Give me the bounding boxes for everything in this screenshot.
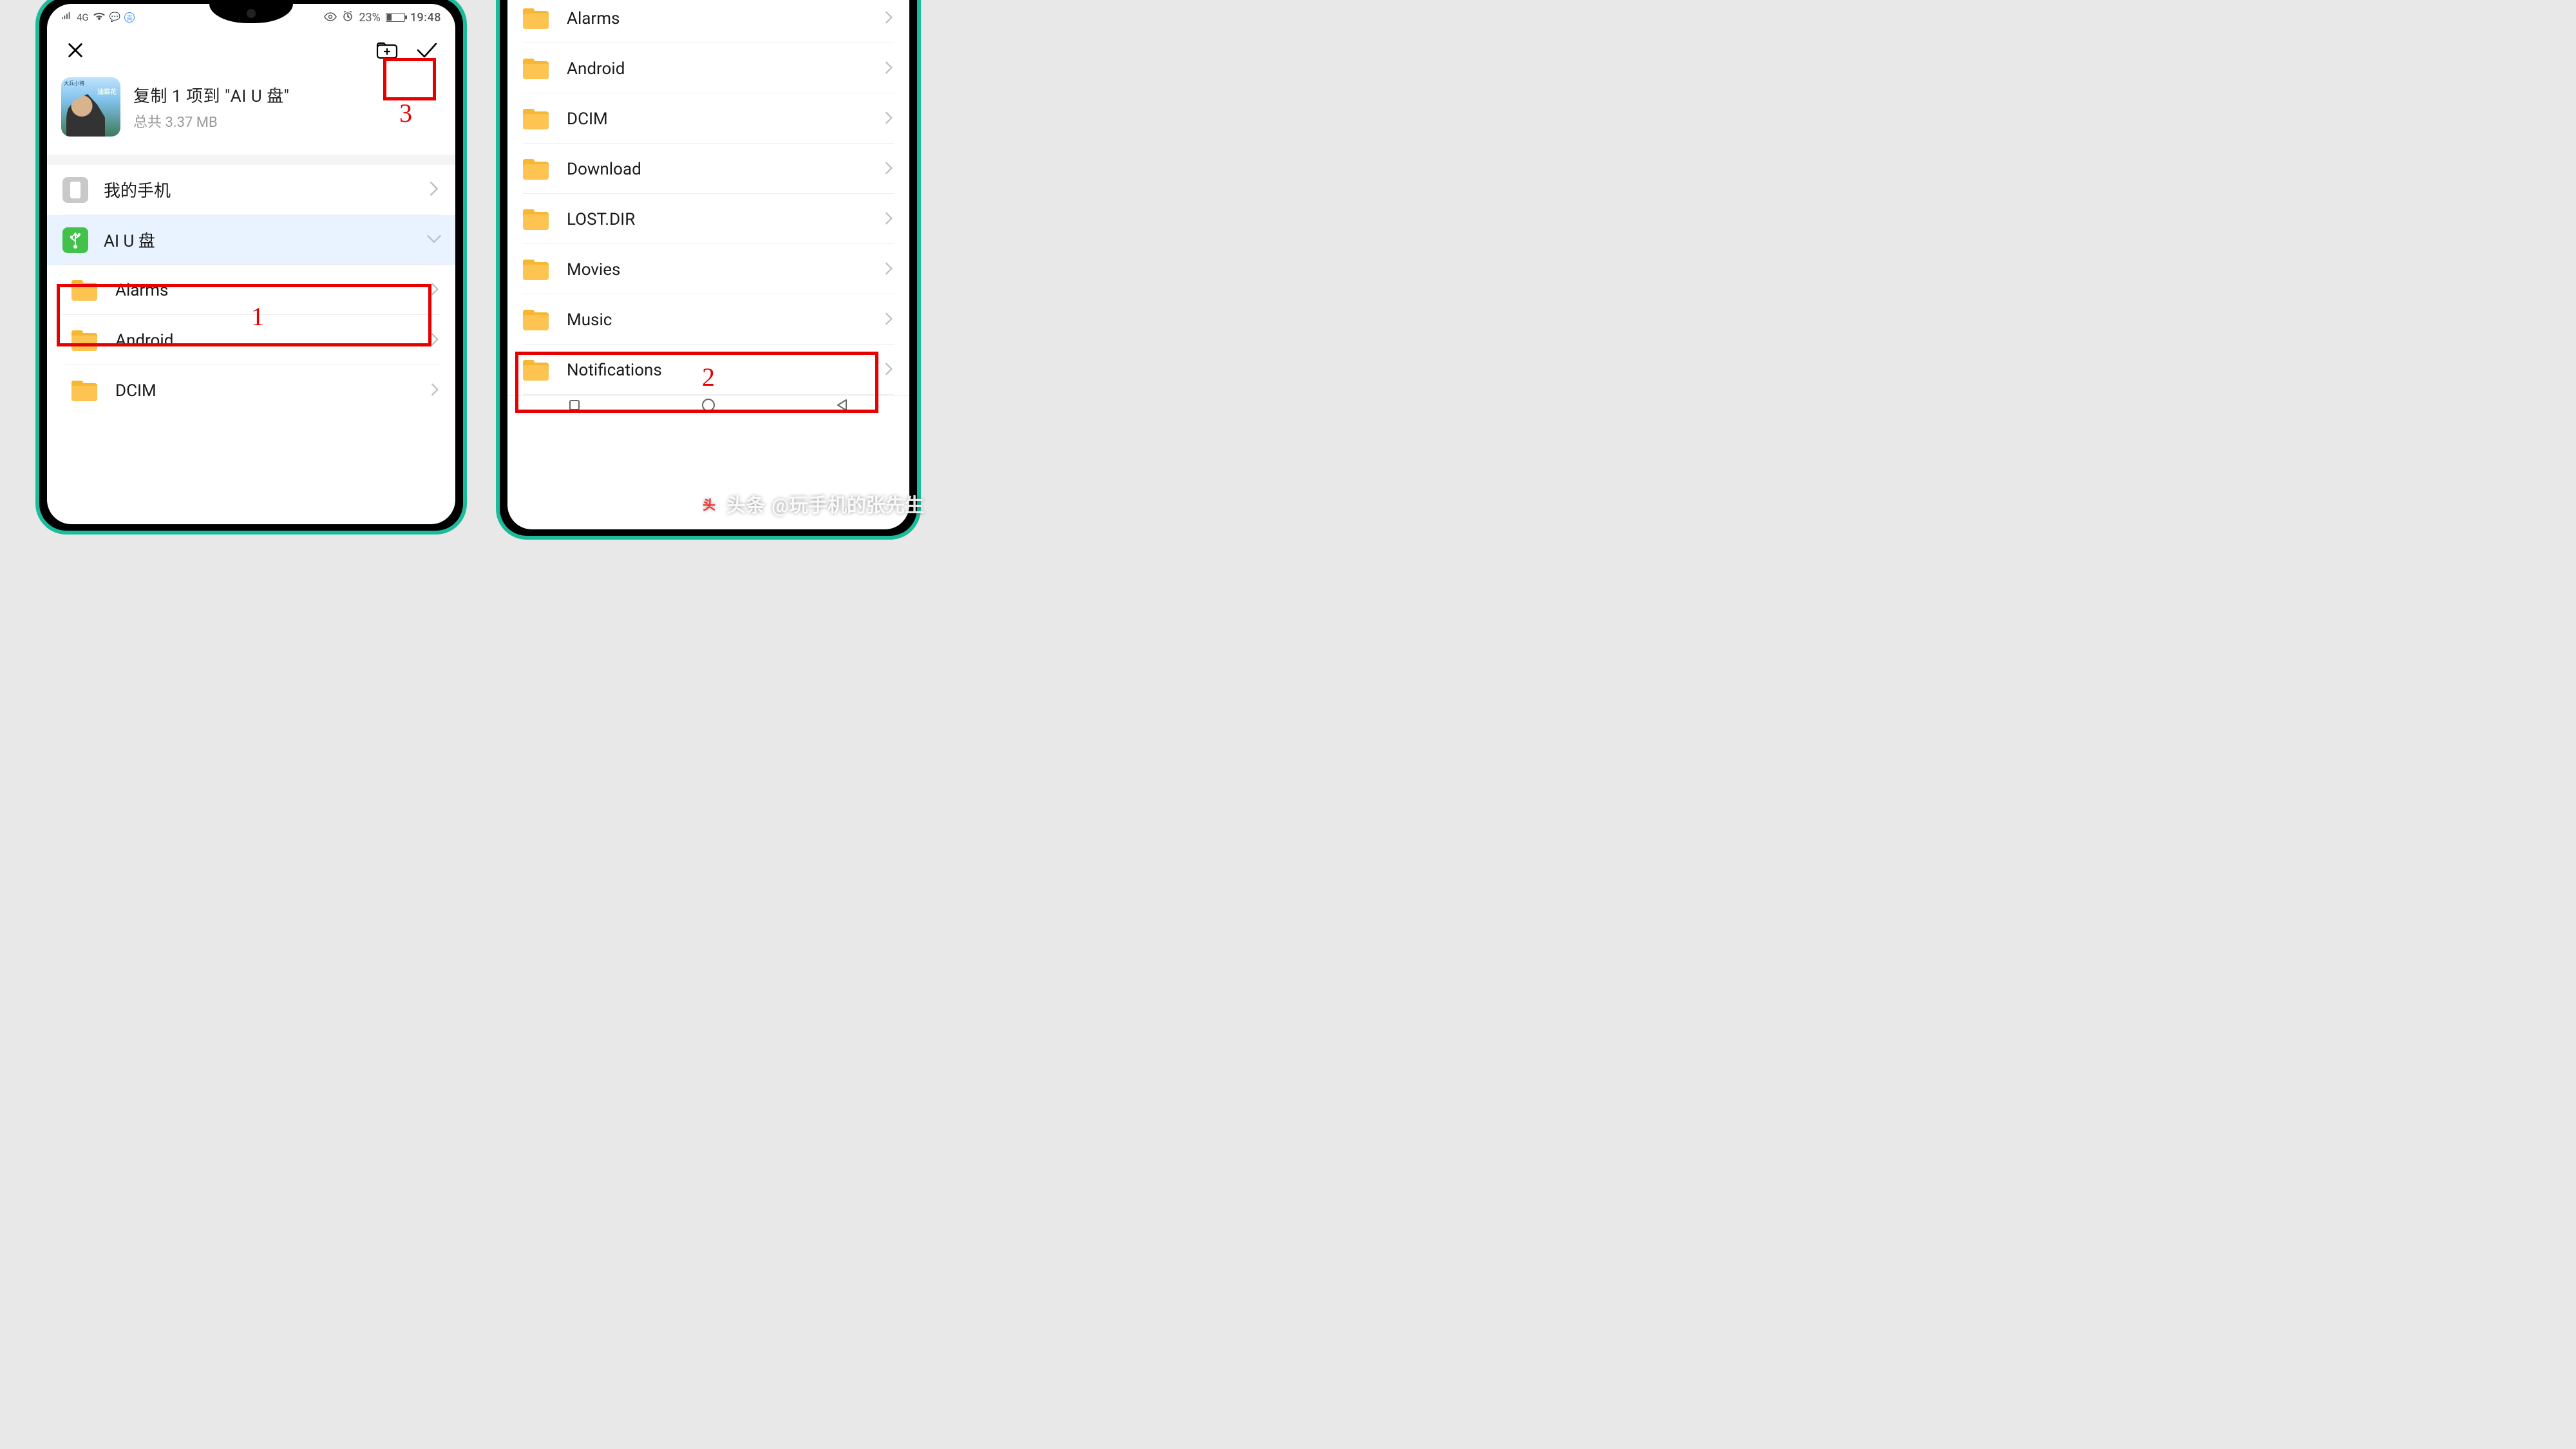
watermark-handle: @玩手机的张先生 xyxy=(772,489,924,518)
folder-icon xyxy=(523,159,549,180)
folder-label: Alarms xyxy=(567,9,620,28)
folder-label: Alarms xyxy=(115,281,168,300)
folder-label: LOST.DIR xyxy=(567,210,635,229)
chevron-right-icon xyxy=(884,10,894,27)
folder-label: Music xyxy=(567,310,612,330)
folder-label: Android xyxy=(567,59,625,79)
watermark-brand: 头条 xyxy=(726,489,765,518)
close-button[interactable] xyxy=(61,36,90,64)
android-nav-bar xyxy=(507,395,909,428)
folder-icon xyxy=(523,209,549,230)
step-number: 1 xyxy=(251,301,264,332)
chevron-right-icon xyxy=(430,332,440,349)
folder-label: Android xyxy=(115,331,173,350)
alarm-icon xyxy=(342,11,354,24)
chevron-right-icon xyxy=(884,161,894,178)
new-folder-button[interactable] xyxy=(373,36,401,64)
eye-icon xyxy=(324,11,337,24)
confirm-button[interactable] xyxy=(413,36,441,64)
network-label: 4G xyxy=(77,12,89,23)
battery-icon xyxy=(386,13,405,22)
phone-side-button xyxy=(464,133,467,210)
folder-icon xyxy=(71,330,97,351)
screen-left: 4G 💬 百 23% 19:48 xyxy=(47,4,455,524)
folder-label: Download xyxy=(567,160,641,179)
chevron-right-icon xyxy=(884,211,894,228)
row-label: 我的手机 xyxy=(104,178,171,202)
folder-row[interactable]: Movies xyxy=(507,245,909,295)
app-icon: 百 xyxy=(124,12,135,23)
destination-usb-drive[interactable]: AI U 盘 xyxy=(47,215,455,265)
step-number: 3 xyxy=(399,98,412,128)
watermark: 头 头条 @玩手机的张先生 xyxy=(698,489,924,518)
folder-label: Movies xyxy=(567,260,620,279)
folder-icon xyxy=(71,381,97,401)
phone-side-button xyxy=(918,41,921,86)
copy-summary: 大兵小将 油菜花 复制 1 项到 "AI U 盘" 总共 3.37 MB xyxy=(47,70,455,155)
clock-label: 19:48 xyxy=(410,11,441,24)
step-number: 2 xyxy=(702,362,715,392)
copy-title: 复制 1 项到 "AI U 盘" xyxy=(133,83,289,107)
folder-label: DCIM xyxy=(115,381,156,401)
chevron-right-icon xyxy=(884,111,894,128)
chevron-down-icon xyxy=(428,231,440,249)
chevron-right-icon xyxy=(884,312,894,328)
destination-my-phone[interactable]: 我的手机 xyxy=(47,165,455,215)
nav-recent-button[interactable] xyxy=(567,397,582,415)
folder-row[interactable]: Android xyxy=(507,44,909,94)
folder-icon xyxy=(523,59,549,79)
folder-icon xyxy=(523,8,549,29)
phone-mockup-right: Alarms Android DCIM Download LOST.DIR Movies M… xyxy=(496,0,921,540)
usb-icon xyxy=(62,227,88,253)
phone-side-button xyxy=(464,75,467,120)
folder-row[interactable]: DCIM xyxy=(47,366,455,416)
section-divider xyxy=(47,155,455,165)
battery-label: 23% xyxy=(359,11,380,24)
folder-label: DCIM xyxy=(567,109,608,129)
chevron-right-icon xyxy=(430,383,440,399)
chevron-right-icon xyxy=(884,362,894,379)
chevron-right-icon xyxy=(428,181,440,199)
copy-subtitle: 总共 3.37 MB xyxy=(133,111,289,131)
folder-icon xyxy=(523,260,549,280)
chevron-right-icon xyxy=(430,282,440,299)
folder-row[interactable]: Download xyxy=(507,144,909,194)
folder-row[interactable]: Music xyxy=(507,295,909,345)
app-icon: 💬 xyxy=(109,12,120,23)
row-label: AI U 盘 xyxy=(104,228,155,252)
toolbar xyxy=(47,31,455,70)
folder-row[interactable]: LOST.DIR xyxy=(507,194,909,245)
folder-icon xyxy=(523,360,549,381)
chevron-right-icon xyxy=(884,261,894,278)
phone-side-button xyxy=(918,99,921,176)
nav-home-button[interactable] xyxy=(701,397,716,415)
folder-row[interactable]: DCIM xyxy=(507,94,909,144)
watermark-logo-icon: 头 xyxy=(698,493,720,515)
folder-icon xyxy=(523,310,549,330)
folder-icon xyxy=(523,109,549,129)
nav-back-button[interactable] xyxy=(835,397,850,415)
wifi-icon xyxy=(93,12,106,23)
file-thumbnail: 大兵小将 油菜花 xyxy=(61,77,120,137)
phone-icon xyxy=(62,177,88,203)
screen-right: Alarms Android DCIM Download LOST.DIR Movies M… xyxy=(507,0,909,529)
folder-row[interactable]: Alarms xyxy=(507,0,909,44)
chevron-right-icon xyxy=(884,61,894,77)
folder-label: Notifications xyxy=(567,361,662,380)
folder-icon xyxy=(71,280,97,301)
cell-signal-icon xyxy=(61,12,73,23)
phone-mockup-left: 4G 💬 百 23% 19:48 xyxy=(35,0,467,535)
